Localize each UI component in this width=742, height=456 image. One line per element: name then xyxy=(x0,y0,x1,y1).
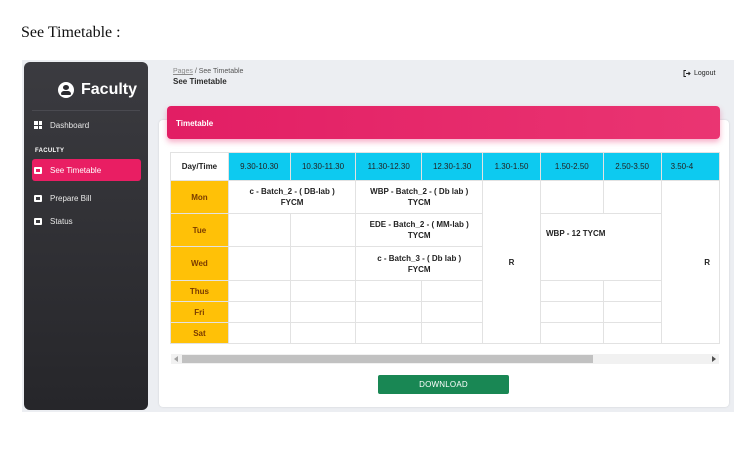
horizontal-scrollbar[interactable] xyxy=(171,354,719,364)
page-title: See Timetable xyxy=(173,77,227,86)
table-row: Tue EDE - Batch_2 - ( MM-lab ) TYCM WBP … xyxy=(170,213,720,281)
day-cell: Thus xyxy=(170,280,229,302)
class-subject: c - Batch_2 - ( DB-lab ) xyxy=(249,187,335,196)
user-circle-icon xyxy=(58,82,74,98)
card-header: Timetable xyxy=(167,106,720,139)
scroll-right-arrow-icon[interactable] xyxy=(712,356,716,362)
recess-cell: R xyxy=(660,180,720,344)
empty-cell xyxy=(539,301,604,323)
sidebar-item-label: Status xyxy=(50,216,73,226)
sign-out-icon xyxy=(683,70,691,77)
table-header-slot: 3.50-4 xyxy=(660,152,720,181)
logout-label: Logout xyxy=(694,70,716,77)
sidebar-item-label: Prepare Bill xyxy=(50,193,92,203)
class-cell: c - Batch_3 - ( Db lab ) FYCM xyxy=(355,246,484,281)
table-header-corner: Day/Time xyxy=(170,152,229,181)
class-subject: c - Batch_3 - ( Db lab ) xyxy=(377,253,462,263)
sidebar: Faculty Dashboard FACULTY See Timetable … xyxy=(24,62,148,410)
class-group: FYCM xyxy=(280,198,304,207)
empty-cell xyxy=(289,301,357,323)
table-header-slot: 11.30-12.30 xyxy=(355,152,423,181)
empty-cell xyxy=(227,301,291,323)
table-header-slot: 12.30-1.30 xyxy=(421,152,484,181)
empty-cell xyxy=(421,301,484,323)
class-group: TYCM xyxy=(407,198,431,207)
brand[interactable]: Faculty xyxy=(58,81,137,99)
class-subject: WBP - Batch_2 - ( Db lab ) xyxy=(370,187,469,196)
empty-cell xyxy=(227,280,291,302)
empty-cell xyxy=(602,322,662,344)
download-button[interactable]: DOWNLOAD xyxy=(378,375,509,394)
table-header-slot: 1.50-2.50 xyxy=(539,152,604,181)
copy-icon xyxy=(34,194,42,202)
empty-cell xyxy=(539,280,604,302)
table-header-slot: 2.50-3.50 xyxy=(602,152,662,181)
day-cell: Mon xyxy=(170,180,229,214)
table-header-slot: 9.30-10.30 xyxy=(227,152,291,181)
page-caption: See Timetable : xyxy=(21,24,121,41)
scroll-left-arrow-icon[interactable] xyxy=(174,356,178,362)
card-title: Timetable xyxy=(176,119,214,128)
empty-cell xyxy=(421,280,484,302)
sidebar-item-status[interactable]: Status xyxy=(32,210,141,232)
sidebar-item-see-timetable[interactable]: See Timetable xyxy=(32,159,141,181)
brand-label: Faculty xyxy=(81,81,138,98)
logout-link[interactable]: Logout xyxy=(683,70,715,77)
empty-cell xyxy=(602,180,662,214)
sidebar-item-prepare-bill[interactable]: Prepare Bill xyxy=(32,187,141,209)
day-cell: Tue xyxy=(170,213,229,247)
empty-cell xyxy=(355,322,423,344)
recess-cell: R xyxy=(482,180,541,344)
empty-cell xyxy=(539,322,604,344)
table-row: Mon c - Batch_2 - ( DB-lab ) FYCM WBP - … xyxy=(170,180,720,344)
table-header-slot: 10.30-11.30 xyxy=(289,152,357,181)
empty-cell xyxy=(289,246,357,281)
day-cell: Fri xyxy=(170,301,229,323)
copy-icon xyxy=(34,217,42,225)
empty-cell xyxy=(602,301,662,323)
class-subject: EDE - Batch_2 - ( MM-lab ) xyxy=(369,220,469,229)
breadcrumb: Pages / See Timetable xyxy=(173,68,243,75)
empty-cell xyxy=(539,180,604,214)
sidebar-item-dashboard[interactable]: Dashboard xyxy=(32,114,141,136)
dashboard-icon xyxy=(34,121,42,129)
empty-cell xyxy=(227,213,291,247)
table-row: Sat xyxy=(170,322,720,344)
sidebar-divider xyxy=(32,110,140,111)
timetable-table: Day/Time 9.30-10.30 10.30-11.30 11.30-12… xyxy=(170,152,720,344)
empty-cell xyxy=(355,301,423,323)
empty-cell xyxy=(602,280,662,302)
class-cell: WBP - 12 TYCM xyxy=(539,213,662,281)
empty-cell xyxy=(289,213,357,247)
class-cell: c - Batch_2 - ( DB-lab ) FYCM xyxy=(227,180,357,214)
table-header-slot: 1.30-1.50 xyxy=(482,152,541,181)
class-group: TYCM xyxy=(407,231,431,240)
empty-cell xyxy=(355,280,423,302)
breadcrumb-link-pages[interactable]: Pages xyxy=(173,68,193,75)
class-group: FYCM xyxy=(407,264,431,274)
breadcrumb-current: See Timetable xyxy=(198,68,244,75)
empty-cell xyxy=(289,280,357,302)
sidebar-item-label: Dashboard xyxy=(50,120,90,130)
empty-cell xyxy=(289,322,357,344)
scrollbar-thumb[interactable] xyxy=(182,355,593,363)
empty-cell xyxy=(227,246,291,281)
timetable-scroll-area[interactable]: Day/Time 9.30-10.30 10.30-11.30 11.30-12… xyxy=(170,152,720,348)
copy-icon xyxy=(34,166,42,174)
table-row: Thus xyxy=(170,280,720,302)
empty-cell xyxy=(227,322,291,344)
sidebar-section-label: FACULTY xyxy=(35,148,65,154)
class-cell: EDE - Batch_2 - ( MM-lab ) TYCM xyxy=(355,213,484,247)
day-cell: Sat xyxy=(170,322,229,344)
empty-cell xyxy=(421,322,484,344)
table-row: Fri xyxy=(170,301,720,323)
class-cell: WBP - Batch_2 - ( Db lab ) TYCM xyxy=(355,180,484,214)
day-cell: Wed xyxy=(170,246,229,281)
sidebar-item-label: See Timetable xyxy=(50,165,102,175)
